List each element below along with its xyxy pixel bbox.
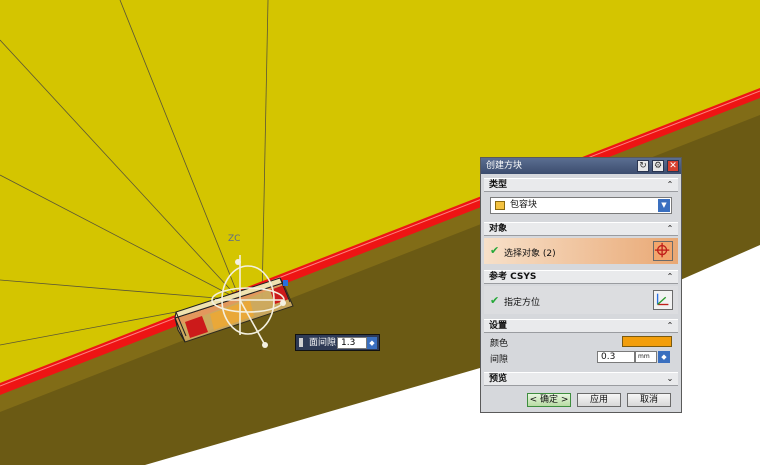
section-csys-label: 参考 CSYS [489, 272, 537, 282]
type-select-value: 包容块 [510, 200, 538, 210]
section-type[interactable]: 类型 ⌃ [484, 178, 678, 192]
close-icon[interactable]: ✕ [667, 160, 679, 172]
csys-icon [656, 293, 669, 306]
dialog-title: 创建方块 [486, 161, 523, 171]
face-gap-popup: 面间隙 1.3 ◆ [295, 334, 380, 351]
specify-orientation-label: 指定方位 [504, 298, 541, 308]
gap-popup-label: 面间隙 [309, 338, 337, 348]
specify-orientation-row[interactable]: ✔ 指定方位 [484, 286, 678, 314]
ok-button[interactable]: < 确定 > [527, 393, 571, 407]
cancel-button[interactable]: 取消 [627, 393, 671, 407]
chevron-up-icon[interactable]: ⌃ [665, 180, 675, 190]
chevron-up-icon[interactable]: ⌃ [665, 224, 675, 234]
section-object-label: 对象 [489, 224, 508, 234]
gap-popup-spin[interactable]: ◆ [367, 337, 377, 349]
blue-handle[interactable] [283, 280, 288, 286]
apply-button[interactable]: 应用 [577, 393, 621, 407]
gap-popup-icon [299, 338, 303, 347]
gap-label: 间隙 [490, 355, 509, 365]
section-settings-label: 设置 [489, 321, 508, 331]
manipulator-handle[interactable] [262, 342, 268, 348]
section-settings[interactable]: 设置 ⌃ [484, 319, 678, 333]
section-type-label: 类型 [489, 180, 508, 190]
gap-input[interactable]: 0.3 [597, 351, 635, 363]
reset-icon[interactable]: ↻ [637, 160, 649, 172]
block-type-icon [495, 201, 505, 210]
chevron-up-icon[interactable]: ⌃ [665, 321, 675, 331]
select-object-label: 选择对象 (2) [504, 249, 556, 259]
csys-dialog-button[interactable] [653, 290, 673, 310]
section-object[interactable]: 对象 ⌃ [484, 222, 678, 236]
gear-icon[interactable]: ⚙ [652, 160, 664, 172]
section-preview-label: 预览 [489, 374, 508, 384]
select-object-row[interactable]: ✔ 选择对象 (2) [484, 238, 678, 264]
dialog-title-bar[interactable]: 创建方块 ↻ ⚙ ✕ [481, 158, 681, 174]
check-icon: ✔ [490, 294, 500, 307]
section-csys[interactable]: 参考 CSYS ⌃ [484, 270, 678, 284]
color-swatch[interactable] [622, 336, 672, 347]
chevron-down-icon[interactable]: ▼ [658, 199, 670, 212]
gap-unit[interactable]: mm [635, 351, 657, 363]
check-icon: ✔ [490, 244, 500, 257]
type-select[interactable]: 包容块 ▼ [490, 197, 672, 214]
section-preview[interactable]: 预览 ⌄ [484, 372, 678, 386]
zc-axis-label: ZC [228, 234, 240, 244]
manipulator-handle[interactable] [280, 300, 286, 306]
chevron-down-icon[interactable]: ⌄ [665, 374, 675, 384]
select-object-button[interactable] [653, 241, 673, 261]
manipulator-handle[interactable] [235, 259, 241, 265]
gap-popup-input[interactable]: 1.3 [337, 337, 367, 349]
color-label: 颜色 [490, 339, 509, 349]
settings-body: 颜色 间隙 0.3 mm ◆ [484, 334, 678, 367]
crosshair-icon [654, 242, 670, 258]
create-block-dialog: 创建方块 ↻ ⚙ ✕ 类型 ⌃ 包容块 ▼ 对象 ⌃ ✔ 选择对象 (2) 参考… [480, 157, 682, 413]
gap-spin[interactable]: ◆ [658, 351, 670, 363]
chevron-up-icon[interactable]: ⌃ [665, 272, 675, 282]
